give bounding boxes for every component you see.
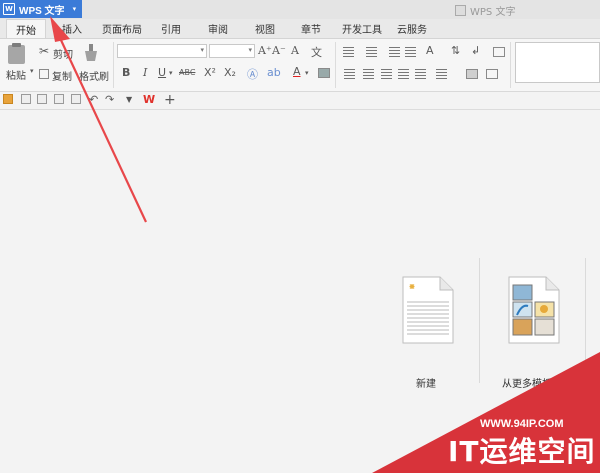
print-icon[interactable] [54,94,64,104]
font-color-dropdown-icon[interactable]: ▾ [305,69,309,77]
align-center-icon[interactable] [363,69,374,79]
format-painter-icon[interactable] [84,44,98,62]
open-folder-icon[interactable] [3,94,13,104]
group-separator [335,42,336,88]
format-painter-button[interactable]: 格式刷 [79,68,109,83]
chinese-layout-icon[interactable]: A [426,44,434,57]
window-title: WPS 文字 [455,3,515,18]
phonetic-guide-button[interactable]: 文 [311,44,322,60]
paste-button[interactable]: 粘贴 [6,67,26,82]
shrink-font-button[interactable]: A⁻ [272,44,286,57]
shading-icon[interactable] [466,69,478,79]
output-pdf-icon[interactable] [37,94,47,104]
tab-review[interactable]: 审阅 [208,21,228,36]
new-tab-plus-icon[interactable]: + [164,92,176,108]
font-color-button[interactable]: A [293,65,301,78]
group-separator [113,42,114,88]
tab-section[interactable]: 章节 [301,21,321,36]
paste-icon[interactable] [8,43,25,64]
group-separator [510,42,511,88]
redo-icon[interactable]: ↷ [105,93,114,106]
borders-icon[interactable] [486,69,498,79]
cut-button[interactable]: 剪切 [53,46,73,61]
underline-button[interactable]: U [158,66,166,79]
clear-format-button[interactable]: A [291,44,299,57]
underline-dropdown-icon[interactable]: ▾ [169,69,173,77]
show-marks-icon[interactable]: ↲ [471,44,480,57]
tab-insert[interactable]: 插入 [62,21,82,36]
scissors-icon[interactable]: ✂ [39,44,49,58]
char-shading-icon[interactable] [318,68,330,78]
font-size-combo[interactable]: ▾ [209,44,255,58]
dropdown-arrow-icon: ▾ [72,5,77,13]
watermark-text: IT运维空间 [448,435,596,468]
bold-button[interactable]: B [122,66,130,79]
superscript-button[interactable]: X² [204,66,216,79]
watermark-url: WWW.94IP.COM [480,418,564,430]
grow-font-button[interactable]: A⁺ [258,44,272,57]
tab-developer[interactable]: 开发工具 [342,21,382,36]
wps-app-menu-button[interactable]: W WPS 文字 ▾ [0,0,82,18]
table-icon[interactable] [493,47,505,57]
tab-cloud-service[interactable]: 云服务 [397,21,427,36]
copy-button[interactable]: 复制 [52,68,72,83]
save-icon[interactable] [21,94,31,104]
ribbon-home-panel: 粘贴 ▾ ✂ 剪切 复制 格式刷 ▾ ▾ A⁺ A⁻ A 文 B I U ▾ A… [0,39,600,92]
customize-toolbar-dropdown-icon[interactable]: ▼ [126,95,132,104]
distributed-align-icon[interactable] [415,69,426,79]
sort-icon[interactable]: ⇅ [451,44,460,57]
highlight-icon[interactable]: ab [267,66,281,79]
app-button-label: WPS 文字 [19,5,65,17]
italic-button[interactable]: I [143,66,147,79]
wps-logo-icon[interactable]: W [143,94,157,106]
print-preview-icon[interactable] [71,94,81,104]
template-document-icon[interactable] [508,276,560,344]
window-title-text: WPS 文字 [470,7,516,18]
tab-page-layout[interactable]: 页面布局 [102,21,142,36]
align-left-icon[interactable] [344,69,355,79]
text-effect-icon[interactable]: Ⓐ [247,66,258,82]
document-icon [455,5,466,16]
decrease-indent-icon[interactable] [389,47,400,57]
quick-access-toolbar: ↶ ↷ ▼ W + [0,92,600,110]
wps-logo-icon: W [3,3,15,15]
line-spacing-icon[interactable] [436,69,447,79]
new-document-icon[interactable] [402,276,454,344]
strikethrough-button[interactable]: ABC [179,68,195,77]
increase-indent-icon[interactable] [405,47,416,57]
tab-references[interactable]: 引用 [161,21,181,36]
undo-icon[interactable]: ↶ [89,93,98,106]
numbered-list-icon[interactable] [366,47,377,57]
align-right-icon[interactable] [381,69,392,79]
chevron-down-icon: ▾ [248,46,252,54]
bullet-list-icon[interactable] [343,47,354,57]
subscript-button[interactable]: X₂ [224,66,236,79]
justify-icon[interactable] [398,69,409,79]
tab-view[interactable]: 视图 [255,21,275,36]
copy-icon[interactable] [39,69,49,79]
tab-home[interactable]: 开始 [6,19,46,38]
paste-dropdown-icon[interactable]: ▾ [30,67,34,75]
styles-gallery[interactable] [515,42,600,83]
ribbon-tab-bar: 开始 插入 页面布局 引用 审阅 视图 章节 开发工具 云服务 [0,19,600,39]
font-name-combo[interactable]: ▾ [117,44,207,58]
chevron-down-icon: ▾ [200,46,204,54]
